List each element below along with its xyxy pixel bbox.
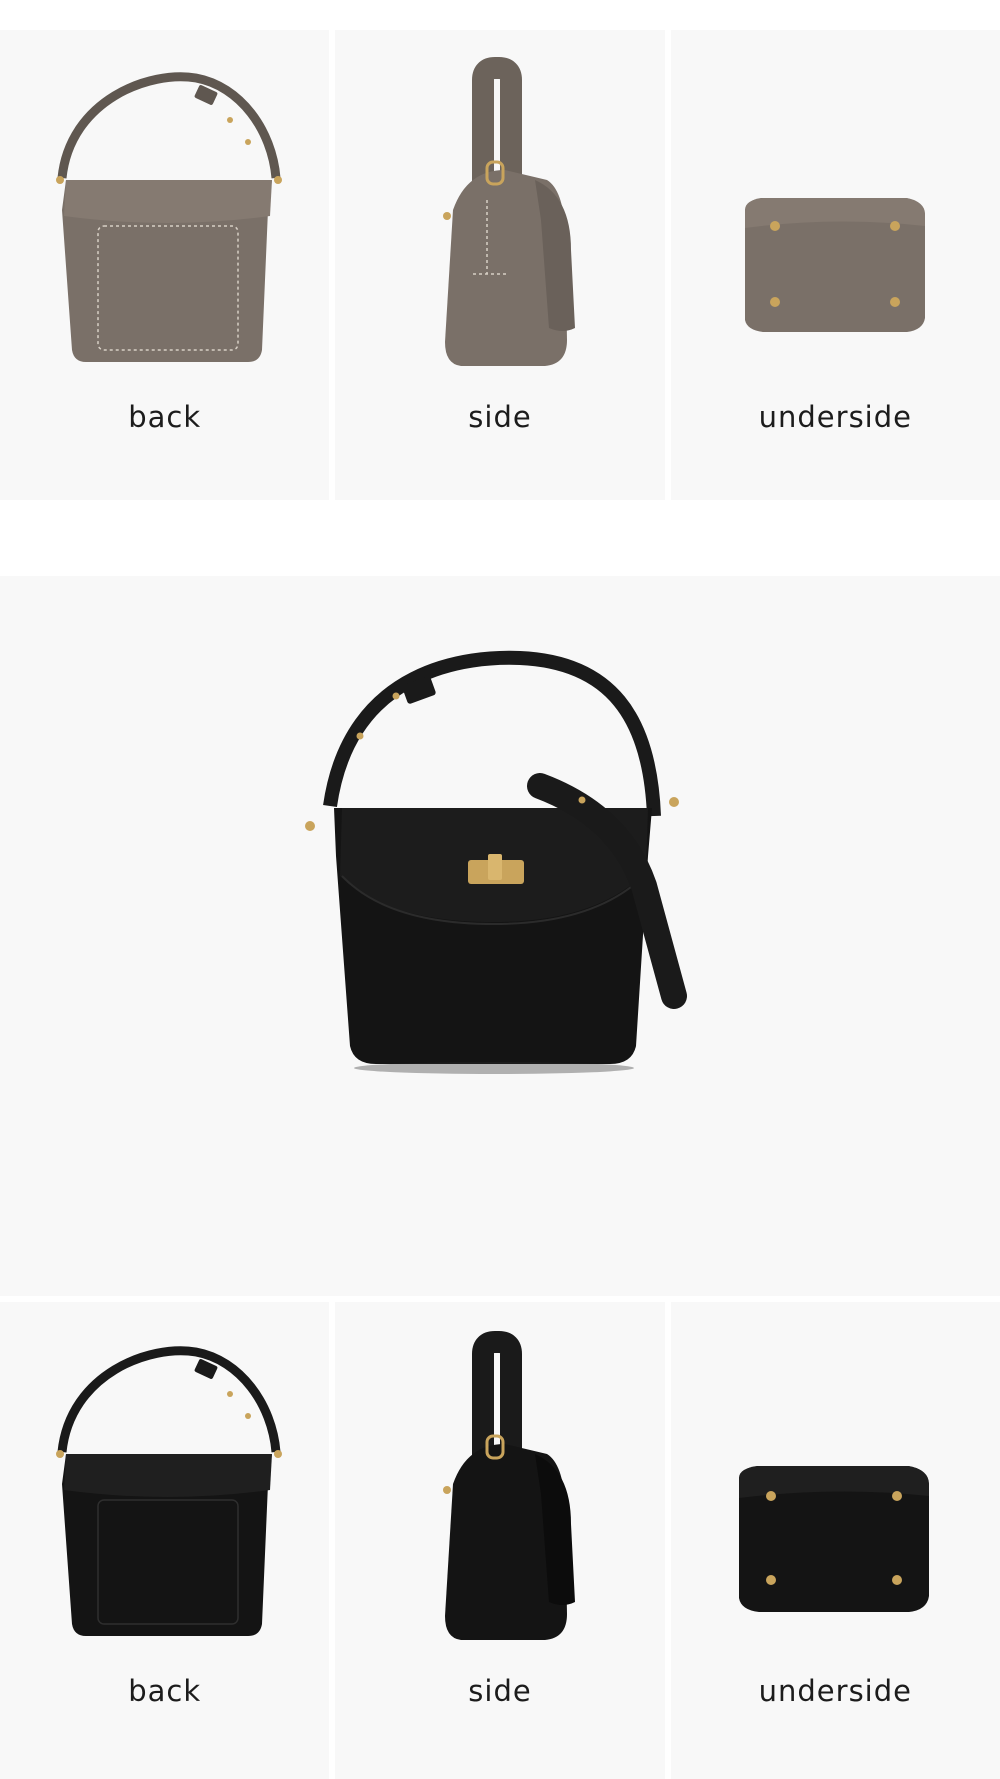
view-tile-back-taupe[interactable]: back [0,30,330,500]
view-tile-underside-black[interactable]: underside [670,1302,1000,1779]
view-tile-underside-taupe[interactable]: underside [670,30,1000,500]
bag-front-image [305,650,687,1074]
hero-product-image[interactable] [0,576,1000,1296]
view-label-underside: underside [758,400,912,434]
top-view-row: back side underside [0,30,1000,500]
view-tile-back-black[interactable]: back [0,1302,330,1779]
product-detail-page: { "colors": { "taupe_bag": "#7a7068", "b… [0,0,1000,1779]
view-label-underside: underside [758,1674,912,1708]
view-tile-side-taupe[interactable]: side [335,30,665,500]
view-label-back: back [128,400,202,434]
view-label-side: side [468,1674,532,1708]
view-tile-side-black[interactable]: side [335,1302,665,1779]
view-label-back: back [128,1674,202,1708]
view-label-side: side [468,400,532,434]
bottom-view-row: back side underside [0,1302,1000,1779]
